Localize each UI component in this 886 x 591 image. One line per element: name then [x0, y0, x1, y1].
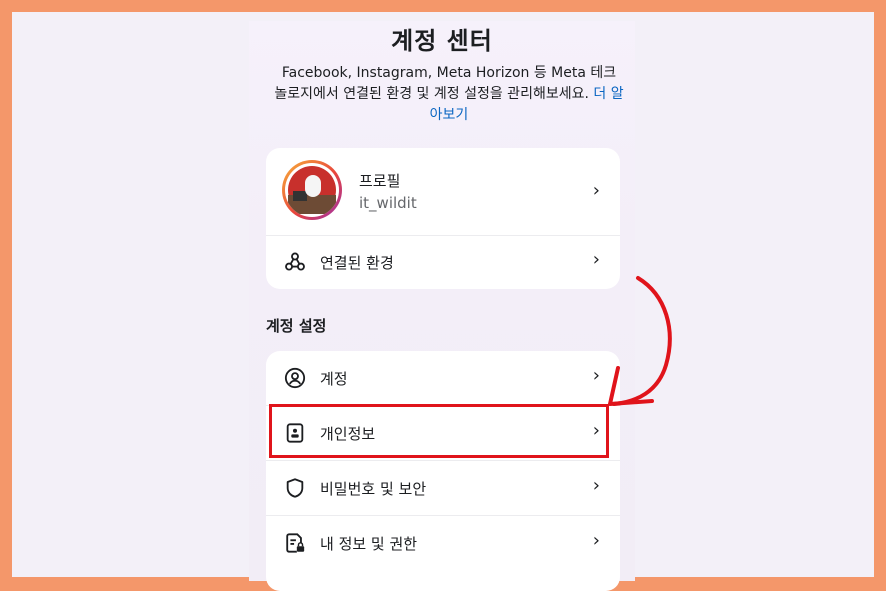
- settings-item-password-security[interactable]: 비밀번호 및 보안 ›: [266, 461, 620, 515]
- profile-row[interactable]: 프로필 it_wildit ›: [266, 148, 620, 235]
- connected-experiences-row[interactable]: 연결된 환경 ›: [266, 236, 620, 289]
- chevron-right-icon: ›: [592, 249, 600, 270]
- settings-item-label: 내 정보 및 권한: [320, 535, 418, 553]
- connected-nodes-icon: [285, 252, 305, 271]
- settings-item-label: 계정: [320, 370, 348, 388]
- chevron-right-icon: ›: [592, 180, 600, 201]
- chevron-right-icon: ›: [592, 475, 600, 496]
- document-lock-icon: [286, 533, 305, 553]
- description-line-2: 놀로지에서 연결된 환경 및 계정 설정을 관리해보세요.: [274, 86, 589, 102]
- section-title-account-settings: 계정 설정: [266, 317, 327, 335]
- page-title: 계정 센터: [391, 27, 493, 55]
- settings-item-label: 비밀번호 및 보안: [320, 480, 427, 498]
- description-line-1: Facebook, Instagram, Meta Horizon 등 Meta…: [281, 65, 617, 81]
- annotation-arrow: [608, 276, 672, 406]
- settings-item-your-info-permissions[interactable]: 내 정보 및 권한 ›: [266, 516, 620, 570]
- highlight-box-personal-info: [269, 404, 609, 458]
- profile-card: 프로필 it_wildit › 연결된 환경 ›: [266, 148, 620, 289]
- connected-experiences-label: 연결된 환경: [320, 254, 394, 272]
- page-description: Facebook, Instagram, Meta Horizon 등 Meta…: [263, 63, 635, 126]
- account-settings-card: 계정 › 개인정보 › 비밀번호 및 보안 › 내 정보 및 권한 ›: [266, 351, 620, 591]
- profile-username: it_wildit: [359, 194, 417, 212]
- shield-icon: [286, 478, 304, 498]
- settings-item-account[interactable]: 계정 ›: [266, 351, 620, 405]
- profile-label: 프로필: [359, 172, 401, 190]
- person-circle-icon: [284, 367, 306, 389]
- chevron-right-icon: ›: [592, 530, 600, 551]
- avatar: [282, 160, 342, 220]
- accounts-center-screen: 계정 센터 Facebook, Instagram, Meta Horizon …: [249, 21, 635, 591]
